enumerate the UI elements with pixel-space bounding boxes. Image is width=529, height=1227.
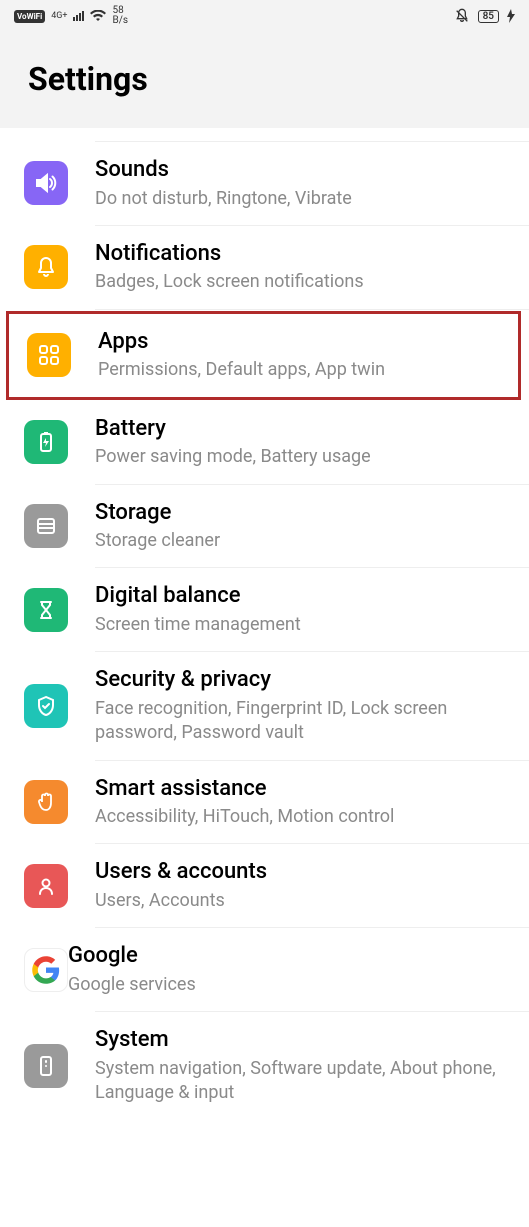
row-subtitle: Face recognition, Fingerprint ID, Lock s… <box>95 697 505 746</box>
row-storage[interactable]: Storage Storage cleaner <box>0 485 529 568</box>
hourglass-icon <box>24 588 68 632</box>
row-subtitle: System navigation, Software update, Abou… <box>95 1057 505 1106</box>
settings-list: Sounds Do not disturb, Ringtone, Vibrate… <box>0 128 529 1119</box>
vowifi-badge: VoWiFi <box>14 10 45 23</box>
page-header: Settings <box>0 32 529 128</box>
row-notifications[interactable]: Notifications Badges, Lock screen notifi… <box>0 226 529 309</box>
battery-indicator: 85 <box>478 10 499 23</box>
row-users[interactable]: Users & accounts Users, Accounts <box>0 844 529 927</box>
row-title: Users & accounts <box>95 858 505 887</box>
partial-row-top <box>95 128 529 142</box>
row-smart-assistance[interactable]: Smart assistance Accessibility, HiTouch,… <box>0 761 529 844</box>
page-title: Settings <box>28 60 501 98</box>
row-subtitle: Permissions, Default apps, App twin <box>98 358 494 382</box>
person-icon <box>24 864 68 908</box>
charging-icon <box>507 9 515 23</box>
row-subtitle: Screen time management <box>95 613 505 637</box>
row-subtitle: Users, Accounts <box>95 889 505 913</box>
row-sounds[interactable]: Sounds Do not disturb, Ringtone, Vibrate <box>0 142 529 225</box>
status-left: VoWiFi 4G+ 58 B/s <box>14 6 128 26</box>
wifi-icon <box>90 10 106 22</box>
battery-icon <box>24 420 68 464</box>
row-subtitle: Power saving mode, Battery usage <box>95 445 505 469</box>
google-icon <box>24 948 68 992</box>
row-apps[interactable]: Apps Permissions, Default apps, App twin <box>9 314 518 397</box>
row-title: Sounds <box>95 156 505 185</box>
row-subtitle: Do not disturb, Ringtone, Vibrate <box>95 187 505 211</box>
row-subtitle: Google services <box>68 973 505 997</box>
signal-icon <box>73 11 84 21</box>
row-google[interactable]: Google Google services <box>0 928 529 1011</box>
system-icon <box>24 1044 68 1088</box>
row-title: Apps <box>98 328 494 357</box>
row-security[interactable]: Security & privacy Face recognition, Fin… <box>0 652 529 759</box>
storage-icon <box>24 504 68 548</box>
row-title: Battery <box>95 415 505 444</box>
row-battery[interactable]: Battery Power saving mode, Battery usage <box>0 401 529 484</box>
apps-icon <box>27 333 71 377</box>
mute-icon <box>454 8 470 24</box>
row-title: System <box>95 1026 505 1055</box>
row-title: Digital balance <box>95 582 505 611</box>
network-speed: 58 B/s <box>112 6 128 26</box>
notifications-icon <box>24 245 68 289</box>
row-title: Storage <box>95 499 505 528</box>
row-title: Notifications <box>95 240 505 269</box>
shield-icon <box>24 684 68 728</box>
network-type: 4G+ <box>51 12 67 21</box>
status-right: 85 <box>454 8 515 24</box>
sounds-icon <box>24 161 68 205</box>
row-subtitle: Storage cleaner <box>95 529 505 553</box>
row-title: Security & privacy <box>95 666 505 695</box>
hand-icon <box>24 780 68 824</box>
row-digital-balance[interactable]: Digital balance Screen time management <box>0 568 529 651</box>
row-system[interactable]: System System navigation, Software updat… <box>0 1012 529 1119</box>
row-subtitle: Badges, Lock screen notifications <box>95 270 505 294</box>
row-title: Smart assistance <box>95 775 505 804</box>
status-bar: VoWiFi 4G+ 58 B/s 85 <box>0 0 529 32</box>
row-subtitle: Accessibility, HiTouch, Motion control <box>95 805 505 829</box>
highlight-box: Apps Permissions, Default apps, App twin <box>6 311 521 400</box>
row-title: Google <box>68 942 505 971</box>
